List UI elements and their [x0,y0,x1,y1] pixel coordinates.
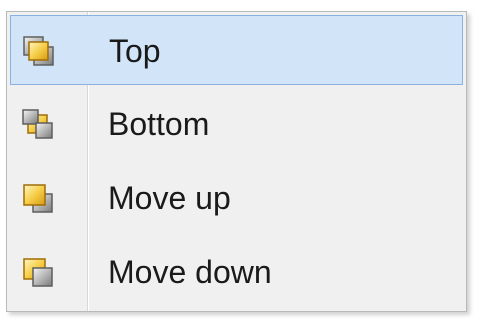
menu-item-label: Move down [108,254,272,290]
menu-item-top[interactable]: Top [10,15,463,85]
menu-item-move-up[interactable]: Move up [10,163,463,233]
bring-to-front-icon [21,34,57,68]
menu-item-label: Top [109,33,161,69]
send-backward-icon [20,255,56,289]
menu-item-label: Bottom [108,106,210,142]
bring-forward-icon [20,181,56,215]
context-menu: Top Bottom Move up Move down [6,11,467,312]
menu-item-move-down[interactable]: Move down [10,237,463,307]
menu-item-label: Move up [108,180,231,216]
menu-item-bottom[interactable]: Bottom [10,89,463,159]
send-to-back-icon [20,107,56,141]
